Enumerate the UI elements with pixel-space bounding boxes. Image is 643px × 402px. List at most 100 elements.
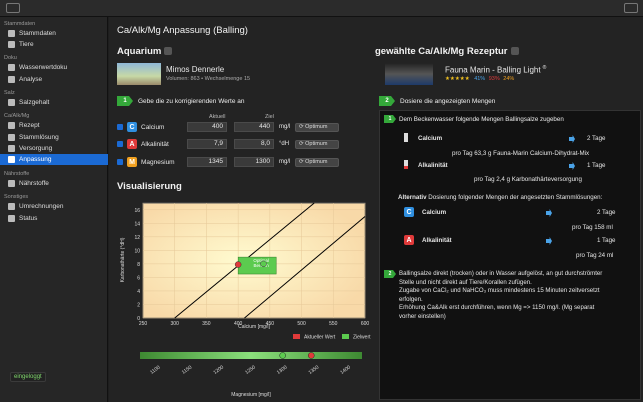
chevron-down-icon[interactable] <box>510 47 519 56</box>
magnesium-tick-label: 1150 <box>181 365 193 376</box>
magnesium-ticks: 1100 1150 1200 1250 1300 1350 1400 <box>149 364 352 375</box>
recipe-image <box>385 63 433 85</box>
sidebar-section-header: Nährstoffe <box>4 171 30 177</box>
sidebar-item-wasserwertdoku[interactable]: Wasserwertdoku <box>0 62 108 73</box>
y-tick-label: 14 <box>134 221 140 227</box>
y-tick-label: 0 <box>137 316 140 322</box>
recipe-header: gewählte Ca/Alk/Mg Rezeptur <box>375 46 519 57</box>
adjust-icon <box>8 156 15 163</box>
convert-icon <box>8 203 15 210</box>
alkalinity-target-input[interactable]: 8,0 <box>234 139 274 149</box>
aquarium-details: Volumen: 863 • Wechselmenge 15 <box>166 76 251 82</box>
sidebar-item-status[interactable]: Status <box>0 213 108 224</box>
sidebar-item-salzgehalt[interactable]: Salzgehalt <box>0 97 108 108</box>
bottle-icon <box>8 134 15 141</box>
magnesium-target-marker <box>279 352 286 359</box>
sidebar-item-label: Wasserwertdoku <box>19 64 68 71</box>
value-row-alkalinity: A Alkalinität <box>117 138 169 150</box>
sidebar-item-stammdaten[interactable]: Stammdaten <box>0 28 108 39</box>
alkalinity-checkbox[interactable] <box>117 141 123 147</box>
fish-icon <box>8 41 15 48</box>
alkalinity-optimum-button[interactable]: ⟳ Optimum <box>295 140 339 149</box>
column-header-current: Aktuell <box>209 114 226 120</box>
sidebar-item-label: Stammlösung <box>19 134 59 141</box>
recipe-header-label: gewählte Ca/Alk/Mg Rezeptur <box>375 46 508 57</box>
step-number: 2 <box>384 270 396 278</box>
step-text: Dosiere die angezeigten Mengen <box>400 97 496 105</box>
solution-calcium-badge: C <box>404 207 414 217</box>
step-number: 2 <box>379 96 395 106</box>
sidebar-item-anpassung[interactable]: Anpassung <box>0 154 108 165</box>
aquarium-header: Aquarium <box>117 46 173 57</box>
y-tick-label: 6 <box>137 275 140 281</box>
solution-calcium-detail: pro Tag 158 ml <box>572 224 613 231</box>
current-point <box>234 261 242 268</box>
status-icon <box>8 215 15 222</box>
sidebar-section-header: Ca/Alk/Mg <box>4 113 30 119</box>
note-line: Erhöhung Ca&Alk erst durchführen, wenn M… <box>399 304 595 312</box>
sidebar-item-label: Nährstoffe <box>19 180 49 187</box>
dosing-note-text: Ballingsalze direkt (trocken) oder in Wa… <box>399 270 602 322</box>
legend-current-swatch <box>293 334 300 339</box>
sidebar-section-header: Salz <box>4 90 15 96</box>
magnesium-bar <box>140 352 362 359</box>
sidebar-toggle-icon[interactable] <box>6 3 20 13</box>
y-axis-ticks: 0 2 4 6 8 10 12 14 16 <box>134 208 140 322</box>
magnesium-current-input[interactable]: 1345 <box>187 157 227 167</box>
x-axis-label: Calcium [mg/l] <box>238 324 270 330</box>
dosing-intro-text: Dem Beckenwasser folgende Mengen Balling… <box>399 115 564 123</box>
step-number: 1 <box>384 115 396 123</box>
magnesium-target-input[interactable]: 1300 <box>234 157 274 167</box>
calcium-current-input[interactable]: 400 <box>187 122 227 132</box>
sidebar-item-label: Stammdaten <box>19 30 56 37</box>
sidebar-item-rezept[interactable]: Rezept <box>0 120 108 131</box>
sidebar-item-label: Umrechnungen <box>19 203 64 210</box>
star-rating: ★★★★★ <box>445 76 470 82</box>
solution-calcium-amount: 2 Tage <box>597 209 616 216</box>
alternative-prefix: Alternativ <box>398 194 427 201</box>
magnesium-tick-label: 1200 <box>212 364 225 375</box>
salt-icon <box>8 99 15 106</box>
calcium-checkbox[interactable] <box>117 124 123 130</box>
aquarium-name: Mimos Dennerle <box>166 65 225 74</box>
sidebar-item-analyse[interactable]: Analyse <box>0 74 108 85</box>
x-tick-label: 250 <box>139 321 148 327</box>
recipe-pct-calcium: 41% <box>474 76 486 82</box>
salt-calcium-amount: 2 Tage <box>587 135 606 142</box>
legend-target-swatch <box>342 334 349 339</box>
sidebar-item-umrechnungen[interactable]: Umrechnungen <box>0 201 108 212</box>
y-tick-label: 10 <box>134 248 140 254</box>
alkalinity-current-input[interactable]: 7,9 <box>187 139 227 149</box>
sidebar-item-naehrstoffe[interactable]: Nährstoffe <box>0 178 108 189</box>
sidebar-item-label: Anpassung <box>19 156 52 163</box>
calcium-target-input[interactable]: 440 <box>234 122 274 132</box>
x-tick-label: 500 <box>297 321 306 327</box>
sidebar-item-versorgung[interactable]: Versorgung <box>0 143 108 154</box>
magnesium-optimum-button[interactable]: ⟳ Optimum <box>295 158 339 167</box>
sidebar-item-stammloesung[interactable]: Stammlösung <box>0 132 108 143</box>
inspector-toggle-icon[interactable] <box>624 3 638 13</box>
y-tick-label: 2 <box>137 302 140 308</box>
arrow-icon <box>569 162 575 170</box>
sidebar-item-tiere[interactable]: Tiere <box>0 39 108 50</box>
salt-bottle-icon <box>404 160 408 169</box>
aquarium-header-label: Aquarium <box>117 46 162 57</box>
y-tick-label: 12 <box>134 235 140 241</box>
salt-alkalinity-detail: pro Tag 2,4 g Karbonathärteversorgung <box>474 176 582 183</box>
magnesium-tick-label: 1350 <box>308 364 321 375</box>
registered-mark: ® <box>542 65 547 71</box>
chevron-down-icon[interactable] <box>164 47 173 56</box>
visualisation-header: Visualisierung <box>117 181 182 192</box>
magnesium-checkbox[interactable] <box>117 159 123 165</box>
note-line: vorher einstellen) <box>399 312 446 320</box>
sidebar-section-header: Sonstiges <box>4 194 29 200</box>
document-icon <box>8 64 15 71</box>
calcium-optimum-button[interactable]: ⟳ Optimum <box>295 123 339 132</box>
step-number: 1 <box>117 96 133 106</box>
login-status: eingeloggt <box>10 372 46 382</box>
page-title: Ca/Alk/Mg Anpassung (Balling) <box>117 25 248 36</box>
sidebar-item-label: Analyse <box>19 76 43 83</box>
x-tick-label: 550 <box>329 321 338 327</box>
chart-icon <box>8 76 15 83</box>
arrow-icon <box>546 209 552 217</box>
